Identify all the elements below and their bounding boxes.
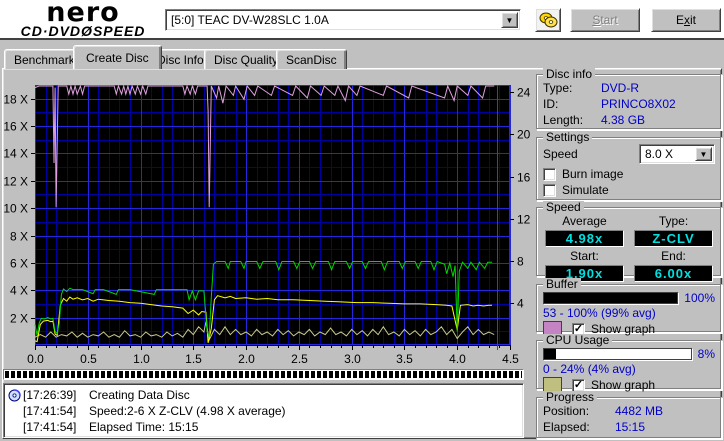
speed-group-title: Speed xyxy=(543,201,584,213)
svg-text:0.5: 0.5 xyxy=(80,352,97,366)
drive-select-arrow[interactable]: ▼ xyxy=(501,12,518,28)
svg-text:20: 20 xyxy=(517,128,531,142)
disc-length-row: Length: 4.38 GB xyxy=(543,113,646,127)
buffer-group: Buffer 100% 53 - 100% (99% avg) ✓ Show g… xyxy=(536,278,722,337)
svg-text:0.0: 0.0 xyxy=(27,352,44,366)
start-button[interactable]: Start xyxy=(570,8,640,32)
simulate-label: Simulate xyxy=(562,183,609,197)
progress-group: Progress Position: 4482 MB Elapsed: 15:15 xyxy=(536,391,722,439)
nero-logo: nero CD·DVDØSPEED xyxy=(8,0,158,39)
speed-setting-label: Speed xyxy=(543,147,578,161)
svg-text:8: 8 xyxy=(517,255,524,269)
svg-text:1.0: 1.0 xyxy=(133,352,150,366)
svg-text:4.0: 4.0 xyxy=(449,352,466,366)
progress-title: Progress xyxy=(543,391,598,403)
top-bar: nero CD·DVDØSPEED [5:0] TEAC DV-W28SLC 1… xyxy=(0,0,724,40)
speed-select-value: 8.0 X xyxy=(645,147,674,161)
log-box[interactable]: [17:26:39] Creating Data Disc [17:41:54]… xyxy=(3,383,524,438)
buffer-bar-fill xyxy=(544,293,678,303)
log-row: [17:26:39] Creating Data Disc xyxy=(6,387,521,403)
buffer-title: Buffer xyxy=(543,278,581,290)
speed-type-label: Type: xyxy=(658,214,689,228)
svg-text:18 X: 18 X xyxy=(3,93,28,107)
svg-text:2 X: 2 X xyxy=(10,312,28,326)
svg-text:8 X: 8 X xyxy=(10,230,28,244)
svg-text:3.5: 3.5 xyxy=(396,352,413,366)
cpu-bar-fill xyxy=(544,349,556,359)
elapsed-row: Elapsed: 15:15 xyxy=(543,420,646,434)
chevron-down-icon: ▼ xyxy=(699,149,708,159)
disc-length-value: 4.38 GB xyxy=(601,113,646,127)
svg-text:16: 16 xyxy=(517,171,531,185)
settings-title: Settings xyxy=(543,131,593,143)
cpu-usage-group: CPU Usage 8% 0 - 24% (4% avg) ✓ Show gra… xyxy=(536,334,722,393)
disc-id-value: PRINCO8X02 xyxy=(601,97,676,111)
tab-scandisc[interactable]: ScanDisc xyxy=(276,49,347,69)
tab-create-disc[interactable]: Create Disc xyxy=(73,45,162,69)
logo-nero-text: nero xyxy=(46,0,120,28)
write-progress-fill xyxy=(5,371,522,378)
svg-text:12 X: 12 X xyxy=(3,175,28,189)
buffer-range: 53 - 100% (99% avg) xyxy=(543,306,656,320)
burn-image-label: Burn image xyxy=(562,167,624,181)
speed-select[interactable]: 8.0 X ▼ xyxy=(639,144,715,164)
chevron-down-icon: ▼ xyxy=(505,15,514,25)
disc-id-row: ID: PRINCO8X02 xyxy=(543,97,676,111)
logo-disc-icon: Ø xyxy=(81,23,93,39)
cpu-pct: 8% xyxy=(697,347,715,361)
logo-sub-text: CD·DVDØSPEED xyxy=(20,23,146,39)
svg-text:4 X: 4 X xyxy=(10,284,28,298)
svg-text:24: 24 xyxy=(517,86,531,100)
settings-group: Settings Speed 8.0 X ▼ Burn image Simula… xyxy=(536,131,722,201)
discs-icon xyxy=(539,12,558,28)
log-row: [17:41:54] Speed:2-6 X Z-CLV (4.98 X ave… xyxy=(23,404,286,418)
disc-log-icon xyxy=(8,388,21,401)
svg-text:10 X: 10 X xyxy=(3,202,28,216)
simulate-checkbox[interactable] xyxy=(543,183,556,197)
svg-text:4.5: 4.5 xyxy=(502,352,519,366)
svg-text:2.0: 2.0 xyxy=(238,352,255,366)
write-progress-bar xyxy=(3,369,524,380)
svg-text:4: 4 xyxy=(517,297,524,311)
svg-text:14 X: 14 X xyxy=(3,147,28,161)
average-speed-label: Average xyxy=(562,214,607,228)
cpu-usage-title: CPU Usage xyxy=(543,334,613,346)
speed-select-arrow[interactable]: ▼ xyxy=(695,147,712,161)
disc-tray-button[interactable] xyxy=(535,8,561,32)
speed-group: Speed Average Type: 4.98x Z-CLV Start: E… xyxy=(536,201,722,282)
buffer-pct: 100% xyxy=(684,291,715,305)
buffer-bar xyxy=(543,292,679,304)
svg-text:1.5: 1.5 xyxy=(185,352,202,366)
disc-info-group: Disc info Type: DVD-R ID: PRINCO8X02 Lengt… xyxy=(536,68,722,130)
drive-select-value: [5:0] TEAC DV-W28SLC 1.0A xyxy=(171,13,329,27)
svg-text:12: 12 xyxy=(517,213,531,227)
log-row: [17:41:54] Elapsed Time: 15:15 xyxy=(23,420,199,434)
cpu-show-graph-label: Show graph xyxy=(591,378,656,392)
end-speed-display: 6.00x xyxy=(634,265,713,282)
position-row: Position: 4482 MB xyxy=(543,404,664,418)
svg-text:6 X: 6 X xyxy=(10,257,28,271)
cpu-range: 0 - 24% (4% avg) xyxy=(543,362,636,376)
exit-button[interactable]: Exit xyxy=(651,8,721,32)
cpu-bar xyxy=(543,348,692,360)
speed-type-display: Z-CLV xyxy=(634,230,713,247)
disc-info-title: Disc info xyxy=(543,68,596,80)
position-value: 4482 MB xyxy=(615,404,664,418)
end-speed-label: End: xyxy=(661,249,686,263)
svg-text:3.0: 3.0 xyxy=(344,352,361,366)
svg-text:2.5: 2.5 xyxy=(291,352,308,366)
start-speed-label: Start: xyxy=(570,249,599,263)
disc-type-value: DVD-R xyxy=(601,81,639,95)
svg-text:16 X: 16 X xyxy=(3,120,28,134)
drive-select[interactable]: [5:0] TEAC DV-W28SLC 1.0A ▼ xyxy=(165,9,521,31)
elapsed-value: 15:15 xyxy=(615,420,646,434)
average-speed-display: 4.98x xyxy=(545,230,624,247)
burn-image-checkbox[interactable] xyxy=(543,167,556,181)
speed-chart: 0.0 0.5 1.0 1.5 2.0 2.5 3.0 3.5 4.0 4.5 2 X 4 X 6 X 8… xyxy=(3,84,531,366)
disc-type-row: Type: DVD-R xyxy=(543,81,639,95)
